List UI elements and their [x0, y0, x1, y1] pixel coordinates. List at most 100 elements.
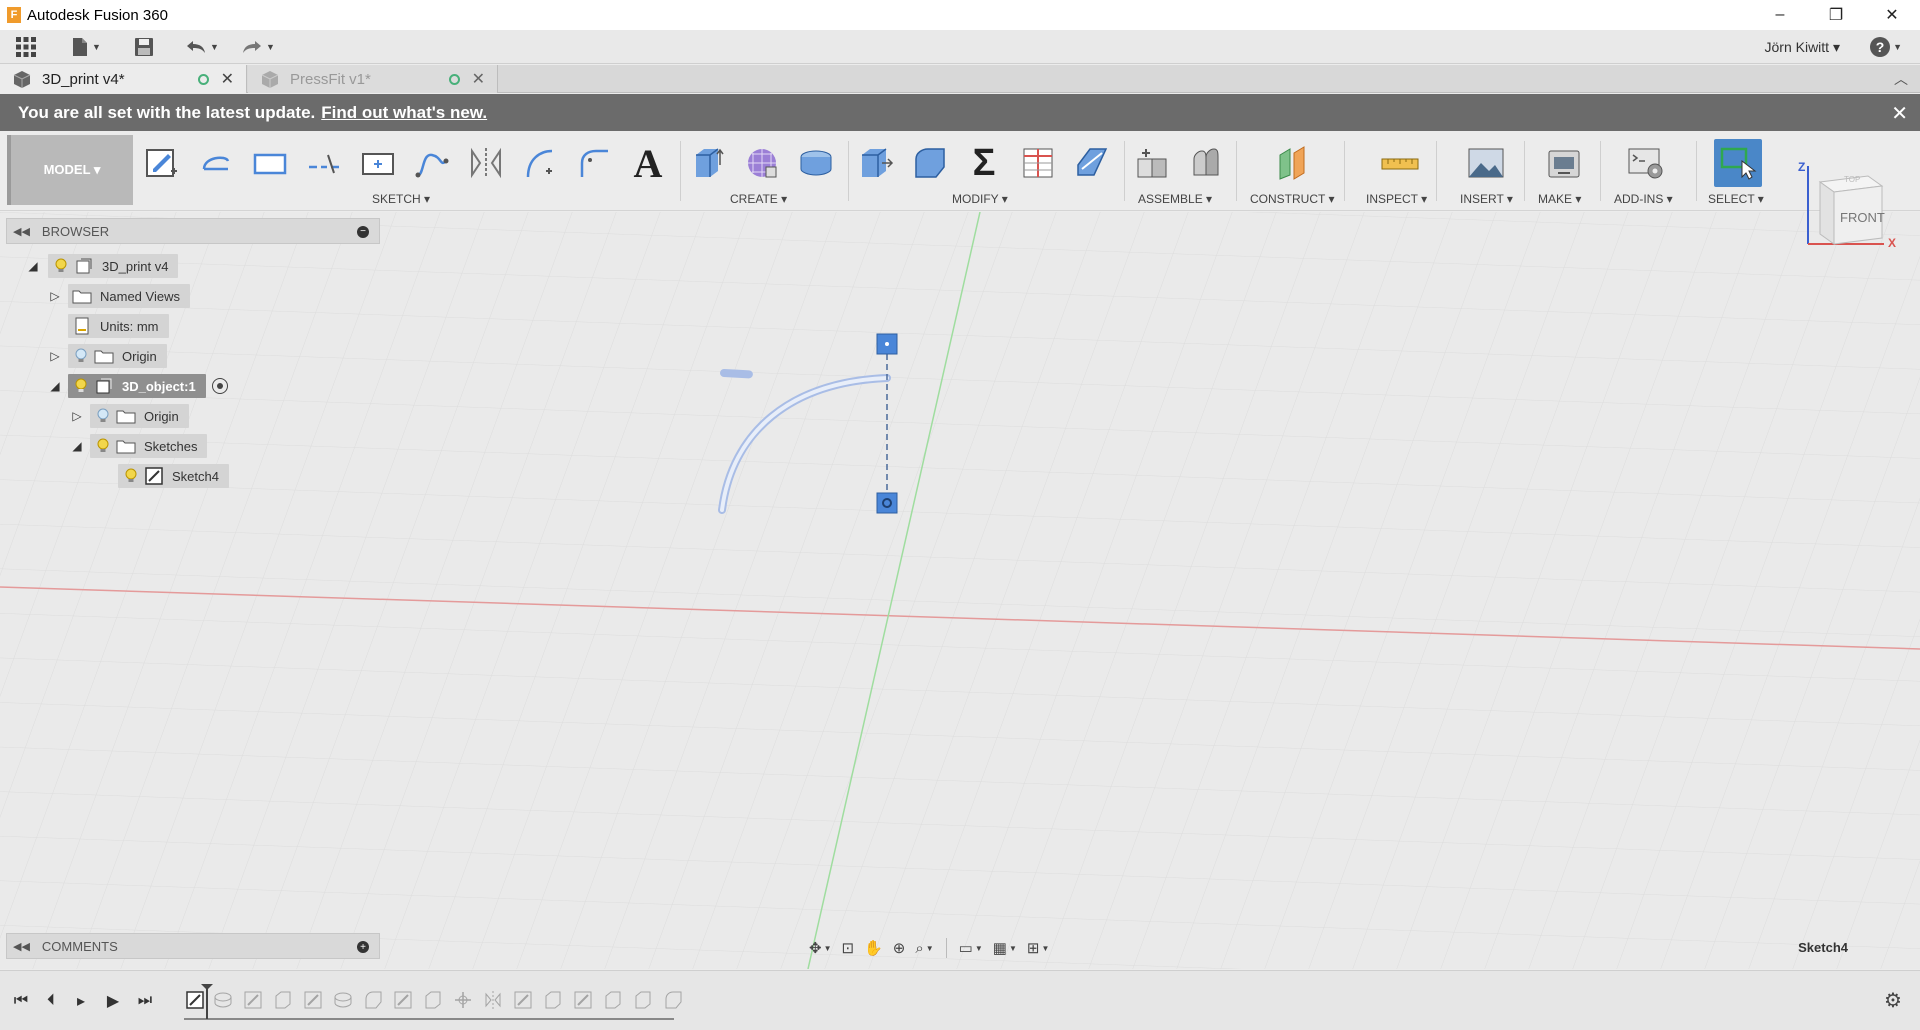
- timeline-fillet-icon[interactable]: [662, 989, 684, 1011]
- collapse-triangle-icon[interactable]: ◢: [46, 377, 64, 395]
- lightbulb-on-icon[interactable]: [94, 436, 112, 456]
- chevron-up-icon[interactable]: ︿: [1894, 69, 1908, 89]
- expand-triangle-icon[interactable]: ▷: [68, 407, 86, 425]
- select-menu[interactable]: SELECT ▾: [1708, 192, 1764, 206]
- timeline-revolve-icon[interactable]: [212, 989, 234, 1011]
- undo-button[interactable]: ▼: [180, 30, 224, 64]
- create-menu[interactable]: CREATE ▾: [730, 192, 787, 206]
- timeline-fillet-icon[interactable]: [362, 989, 384, 1011]
- sketch-menu[interactable]: SKETCH ▾: [372, 192, 430, 206]
- text-tool-button[interactable]: A: [628, 141, 668, 186]
- save-button[interactable]: [130, 30, 158, 64]
- timeline-revolve-icon[interactable]: [332, 989, 354, 1011]
- workspace-switcher[interactable]: MODEL ▾: [7, 135, 133, 205]
- center-rectangle-button[interactable]: [358, 143, 398, 183]
- mirror-tool-button[interactable]: [466, 143, 506, 183]
- select-button[interactable]: [1714, 139, 1762, 187]
- inspect-menu[interactable]: INSPECT ▾: [1366, 192, 1427, 206]
- 3d-print-button[interactable]: [1544, 143, 1584, 183]
- spline-tool-button[interactable]: [412, 143, 452, 183]
- tree-node-units[interactable]: Units: mm: [68, 314, 169, 338]
- tree-node-root[interactable]: ◢ 3D_print v4: [24, 254, 179, 278]
- timeline-extrude-icon[interactable]: [272, 989, 294, 1011]
- grid-snaps-button[interactable]: ▦ ▼: [989, 935, 1021, 961]
- restore-button[interactable]: ❐: [1808, 0, 1864, 30]
- viewcube-front-face[interactable]: FRONT: [1840, 210, 1885, 225]
- make-menu[interactable]: MAKE ▾: [1538, 192, 1581, 206]
- look-at-button[interactable]: ⊡: [838, 935, 859, 961]
- scripts-addins-button[interactable]: [1626, 143, 1666, 183]
- browser-header[interactable]: ◀◀ BROWSER −: [6, 218, 380, 244]
- help-button[interactable]: ? ▼: [1870, 35, 1902, 59]
- tree-node-component[interactable]: ◢ 3D_object:1: [46, 374, 228, 398]
- user-menu[interactable]: Jörn Kiwitt ▾: [1765, 30, 1841, 64]
- timeline-extrude-icon[interactable]: [542, 989, 564, 1011]
- expand-triangle-icon[interactable]: ▷: [46, 347, 64, 365]
- fit-button[interactable]: ⌕ ▼: [911, 935, 937, 961]
- minimize-button[interactable]: –: [1752, 0, 1808, 30]
- joint-button[interactable]: [1186, 143, 1226, 183]
- timeline-sketch-icon[interactable]: [302, 989, 324, 1011]
- go-to-end-icon[interactable]: ⏭: [132, 988, 158, 1014]
- play-icon[interactable]: ▶: [100, 988, 126, 1014]
- close-button[interactable]: ✕: [1864, 0, 1920, 30]
- compute-all-button[interactable]: [1018, 143, 1058, 183]
- create-form-button[interactable]: [742, 143, 782, 183]
- document-tab[interactable]: PressFit v1* ✕: [248, 65, 498, 93]
- lightbulb-off-icon[interactable]: [72, 346, 90, 366]
- arc-tool-button[interactable]: [520, 143, 560, 183]
- line-tool-button[interactable]: [196, 143, 236, 183]
- modify-menu[interactable]: MODIFY ▾: [952, 192, 1008, 206]
- viewports-button[interactable]: ⊞ ▼: [1023, 935, 1054, 961]
- fillet-sketch-button[interactable]: [574, 143, 614, 183]
- press-pull-button[interactable]: [856, 143, 896, 183]
- construction-line-button[interactable]: [304, 143, 344, 183]
- offset-plane-button[interactable]: [1274, 143, 1314, 183]
- redo-button[interactable]: ▼: [236, 30, 280, 64]
- insert-menu[interactable]: INSERT ▾: [1460, 192, 1513, 206]
- play-back-icon[interactable]: ▸: [68, 988, 94, 1014]
- expand-triangle-icon[interactable]: ▷: [46, 287, 64, 305]
- tree-node-sketch[interactable]: Sketch4: [118, 464, 229, 488]
- display-settings-button[interactable]: ▭ ▼: [955, 935, 987, 961]
- tab-close-icon[interactable]: ✕: [221, 69, 234, 89]
- file-menu-button[interactable]: ▼: [66, 30, 106, 64]
- timeline-sketch-icon[interactable]: [392, 989, 414, 1011]
- timeline-sketch-icon[interactable]: [242, 989, 264, 1011]
- rectangle-tool-button[interactable]: [250, 143, 290, 183]
- timeline-sketch-icon[interactable]: [512, 989, 534, 1011]
- timeline-settings-gear-icon[interactable]: ⚙: [1880, 987, 1906, 1013]
- collapse-triangle-icon[interactable]: ◢: [24, 257, 42, 275]
- timeline-extrude-icon[interactable]: [632, 989, 654, 1011]
- whats-new-link[interactable]: Find out what's new.: [321, 103, 487, 123]
- document-tab[interactable]: 3D_print v4* ✕: [0, 65, 247, 93]
- zoom-button[interactable]: ⊕: [889, 935, 910, 961]
- tree-node-sketches[interactable]: ◢ Sketches: [68, 434, 208, 458]
- tab-close-icon[interactable]: ✕: [472, 69, 485, 89]
- tree-node-origin[interactable]: ▷ Origin: [68, 404, 189, 428]
- orbit-button[interactable]: ✥ ▼: [805, 935, 836, 961]
- timeline-extrude-icon[interactable]: [422, 989, 444, 1011]
- create-base-feature-button[interactable]: [796, 143, 836, 183]
- lightbulb-on-icon[interactable]: [72, 376, 90, 396]
- go-to-start-icon[interactable]: ⏮: [8, 988, 34, 1014]
- timeline-move-icon[interactable]: [452, 989, 474, 1011]
- lightbulb-on-icon[interactable]: [52, 256, 70, 276]
- collapse-panel-icon[interactable]: ◀◀: [13, 225, 30, 238]
- tree-node-origin[interactable]: ▷ Origin: [46, 344, 167, 368]
- viewcube[interactable]: Z X TOP FRONT: [1796, 160, 1906, 260]
- construct-menu[interactable]: CONSTRUCT ▾: [1250, 192, 1334, 206]
- create-sketch-button[interactable]: [142, 143, 182, 183]
- pan-button[interactable]: ✋: [860, 935, 887, 961]
- change-parameters-button[interactable]: Σ: [964, 142, 1004, 184]
- minimize-panel-icon[interactable]: −: [357, 226, 369, 238]
- notification-close-icon[interactable]: ✕: [1891, 101, 1908, 126]
- measure-button[interactable]: [1380, 143, 1420, 183]
- addins-menu[interactable]: ADD-INS ▾: [1614, 192, 1673, 206]
- lightbulb-on-icon[interactable]: [122, 466, 140, 486]
- new-component-button[interactable]: [1132, 143, 1172, 183]
- lightbulb-off-icon[interactable]: [94, 406, 112, 426]
- data-panel-button[interactable]: [12, 30, 40, 64]
- collapse-panel-icon[interactable]: ◀◀: [13, 940, 30, 953]
- timeline-sketch-icon[interactable]: [572, 989, 594, 1011]
